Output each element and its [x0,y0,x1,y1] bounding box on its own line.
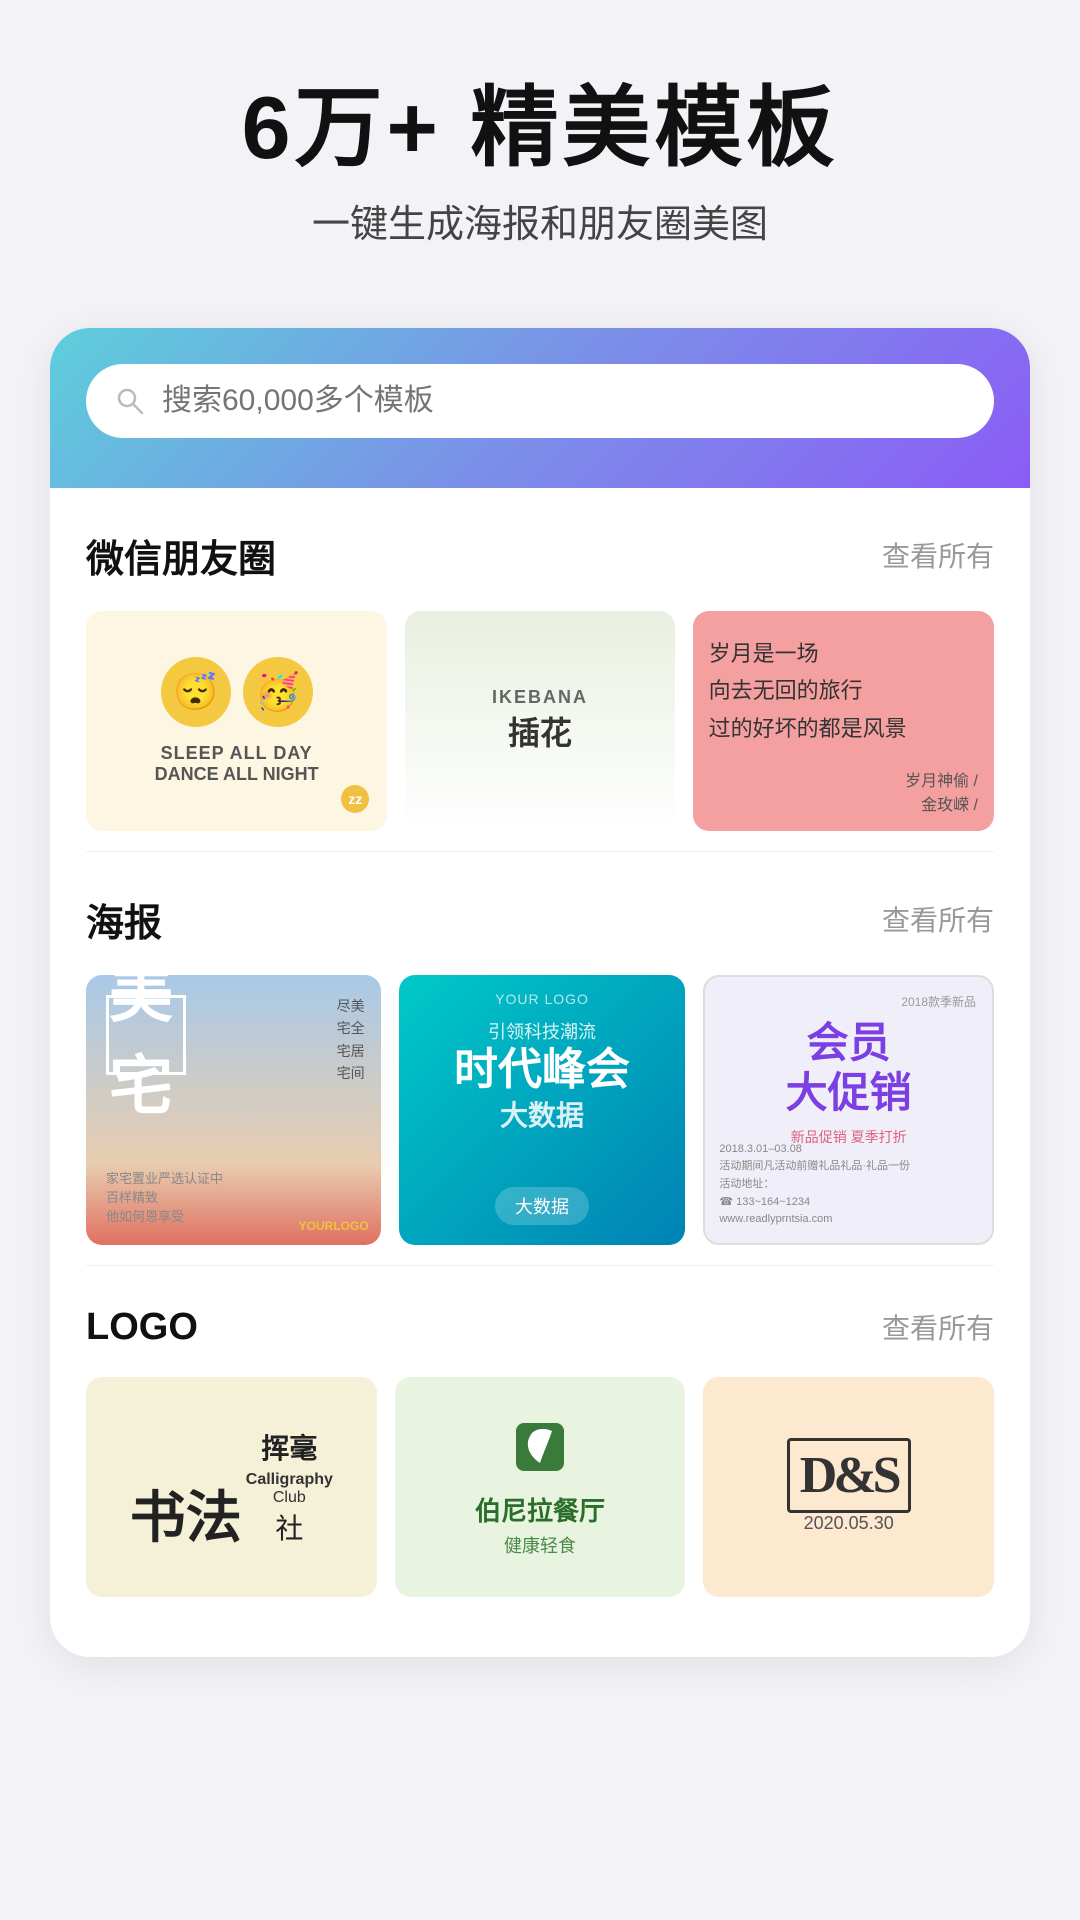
ikebana-title: 插花 [492,708,588,754]
logo-cards-row: 书法 挥毫 Calligraphy Club 社 [86,1377,994,1597]
logo1-she-char: 社 [275,1507,303,1547]
page-header: 6万+ 精美模板 一键生成海报和朋友圈美图 [0,0,1080,288]
poem-text: 岁月是一场向去无回的旅行过的好坏的都是风景 [709,635,907,747]
poster3-sale-title: 会员大促销 [721,1018,976,1119]
emoji-row: 😴 🥳 [161,657,313,727]
poster-see-all[interactable]: 查看所有 [882,899,994,939]
logo-card-2[interactable]: 伯尼拉餐厅 健康轻食 [395,1377,686,1597]
poster1-right-text: 尽美宅全宅居宅间 [337,995,365,1085]
wechat-section: 微信朋友圈 查看所有 😴 🥳 SLEEP ALL DAY DANCE ALL N… [50,488,1030,851]
wechat-cards-row: 😴 🥳 SLEEP ALL DAY DANCE ALL NIGHT zz IKE… [86,611,994,831]
poster-cards-row: 美宅 尽美宅全宅居宅间 家宅置业严选认证中百样精致他如何恩享受 YOURLOGO… [86,975,994,1245]
poster-card-2[interactable]: YOUR LOGO 引领科技潮流 时代峰会 大数据 大数据 [399,975,686,1245]
sleep-dance-text: SLEEP ALL DAY DANCE ALL NIGHT [155,743,319,785]
logo1-hui-char: 挥毫 [261,1427,317,1467]
dance-text: DANCE ALL NIGHT [155,764,319,785]
wechat-card-2[interactable]: IKEBANA 插花 [405,611,674,831]
wechat-section-header: 微信朋友圈 查看所有 [86,528,994,583]
sleep-text: SLEEP ALL DAY [155,743,319,764]
poster2-your-logo: YOUR LOGO [415,991,670,1007]
logo3-initials: D&S [787,1440,911,1505]
poster-section-header: 海报 查看所有 [86,892,994,947]
poster2-side-text: 引领科技潮流 [488,1019,596,1046]
ikebana-sub: IKEBANA [492,687,588,708]
wechat-card-3[interactable]: 岁月是一场向去无回的旅行过的好坏的都是风景 岁月神偷 / 金玫嵘 / [693,611,994,831]
logo-section: LOGO 查看所有 书法 挥毫 Calligraphy Club 社 [50,1266,1030,1617]
logo2-restaurant-name: 伯尼拉餐厅 [475,1491,605,1528]
poster2-bottom-btn: 大数据 [495,1187,589,1225]
emoji-sleep: 😴 [161,657,231,727]
logo-card-3[interactable]: D&S 2020.05.30 [703,1377,994,1597]
main-title: 6万+ 精美模板 [40,80,1040,177]
logo-section-title: LOGO [86,1306,198,1349]
logo2-restaurant-sub: 健康轻食 [504,1532,576,1558]
poster-card-3[interactable]: 2018款季新品 会员大促销 新品促销 夏季打折 2018.3.01–03.08… [703,975,994,1245]
poem-author-line2: 金玫嵘 / [905,791,978,815]
poster1-big-char: 美宅 [106,995,186,1075]
logo3-date: 2020.05.30 [804,1513,894,1534]
sub-title: 一键生成海报和朋友圈美图 [40,193,1040,248]
app-card: 微信朋友圈 查看所有 😴 🥳 SLEEP ALL DAY DANCE ALL N… [50,328,1030,1657]
poster3-top-tag: 2018款季新品 [721,993,976,1010]
poster1-bottom-text: 家宅置业严选认证中百样精致他如何恩享受 [106,1168,223,1225]
ikebana-text: IKEBANA 插花 [492,687,588,754]
search-input[interactable] [162,384,966,418]
poster2-big-title: 时代峰会 [454,1046,630,1094]
logo1-club-name: Calligraphy Club [246,1471,333,1507]
logo1-chinese-char: 书法 [130,1491,242,1547]
poster-card-1[interactable]: 美宅 尽美宅全宅居宅间 家宅置业严选认证中百样精致他如何恩享受 YOURLOGO [86,975,381,1245]
logo-section-header: LOGO 查看所有 [86,1306,994,1349]
search-banner [50,328,1030,488]
poster1-logo: YOURLOGO [299,1219,369,1233]
search-bar[interactable] [86,364,994,438]
logo-card-1[interactable]: 书法 挥毫 Calligraphy Club 社 [86,1377,377,1597]
poster2-big-data: 大数据 [500,1094,584,1134]
emoji-dance: 🥳 [243,657,313,727]
wechat-see-all[interactable]: 查看所有 [882,535,994,575]
zz-badge: zz [341,785,369,813]
poster-section-title: 海报 [86,892,162,947]
wechat-section-title: 微信朋友圈 [86,528,276,583]
logo-see-all[interactable]: 查看所有 [882,1307,994,1347]
search-icon [114,385,146,417]
leaf-icon [508,1415,572,1479]
poster3-bottom-detail: 2018.3.01–03.08 活动期间凡活动前赠礼品礼品·礼品一份 活动地址：… [719,1141,978,1229]
poster-section: 海报 查看所有 美宅 尽美宅全宅居宅间 家宅置业严选认证中百样精致他如何恩享受 … [50,852,1030,1265]
poem-author: 岁月神偷 / 金玫嵘 / [905,767,978,815]
poem-author-line1: 岁月神偷 / [905,767,978,791]
wechat-card-1[interactable]: 😴 🥳 SLEEP ALL DAY DANCE ALL NIGHT zz [86,611,387,831]
